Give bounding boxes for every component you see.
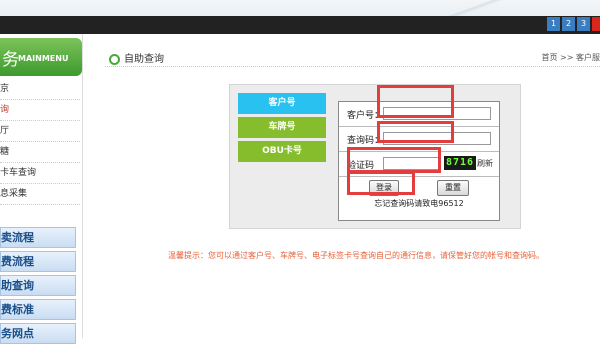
notice-text: 温馨提示：您可以通过客户号、车牌号、电子标签卡号查询自己的通行信息，请保管好您的… — [168, 250, 600, 261]
reset-button[interactable]: 重置 — [437, 180, 469, 196]
refresh-link[interactable]: 刷新 — [477, 158, 493, 169]
breadcrumb: 首页 >> 客户服 — [542, 52, 600, 63]
query-panel: 客户号 车牌号 OBU卡号 客户号： 查询码： 验证码 8716 刷新 登录 重… — [229, 84, 521, 229]
circle-icon — [109, 54, 120, 65]
top-nav-bar — [0, 16, 600, 34]
highlight-box-login — [347, 171, 415, 195]
service-menu-item[interactable]: 助查询 — [0, 275, 76, 296]
service-menu-item[interactable]: 费流程 — [0, 251, 76, 272]
page-title-text: 自助查询 — [124, 54, 164, 65]
highlight-box-password — [377, 121, 454, 143]
sidebar-item[interactable]: 糖 — [0, 142, 80, 163]
highlight-box-captcha — [347, 147, 441, 173]
highlight-box-customer — [377, 85, 454, 118]
service-menu: 卖流程 费流程 助查询 费标准 务网点 — [0, 227, 76, 347]
main-menu-header: 务 MAINMENU — [0, 38, 82, 76]
title-divider — [105, 66, 600, 67]
page-title: 自助查询 — [109, 50, 164, 65]
sidebar-item[interactable]: 京 — [0, 79, 80, 100]
menu-list: 京 询 厅 糖 卡车查询 息采集 — [0, 79, 80, 205]
forgot-code-text: 忘记查询码请致电96512 — [339, 198, 499, 209]
sidebar-item-active[interactable]: 询 — [0, 100, 80, 121]
service-menu-item[interactable]: 务网点 — [0, 323, 76, 344]
sidebar-item[interactable]: 卡车查询 — [0, 163, 80, 184]
sidebar-item[interactable]: 息采集 — [0, 184, 80, 205]
tab-obu-card[interactable]: OBU卡号 — [238, 141, 326, 162]
page-next-button[interactable] — [592, 17, 600, 31]
page-1-button[interactable]: 1 — [547, 17, 560, 31]
sidebar-item[interactable]: 厅 — [0, 121, 80, 142]
page-number-buttons: 1 2 3 — [545, 17, 600, 31]
tab-plate-number[interactable]: 车牌号 — [238, 117, 326, 138]
page-2-button[interactable]: 2 — [562, 17, 575, 31]
captcha-image[interactable]: 8716 — [444, 156, 476, 170]
service-menu-item[interactable]: 卖流程 — [0, 227, 76, 248]
service-menu-item[interactable]: 费标准 — [0, 299, 76, 320]
sidebar: 务 MAINMENU 京 询 厅 糖 卡车查询 息采集 卖流程 费流程 助查询 … — [0, 34, 83, 338]
tab-customer-number[interactable]: 客户号 — [238, 93, 326, 114]
menu-header-title: MAINMENU — [18, 54, 68, 63]
page-3-button[interactable]: 3 — [577, 17, 590, 31]
top-banner: 1 2 3 — [0, 0, 600, 34]
menu-header-char: 务 — [2, 45, 19, 70]
